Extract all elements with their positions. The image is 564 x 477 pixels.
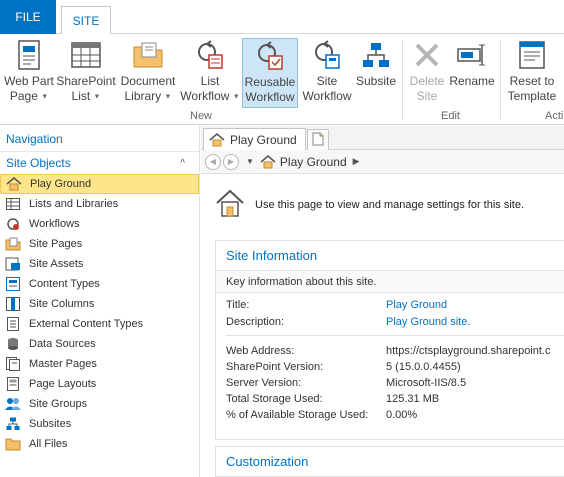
field-value: 125.31 MB	[386, 393, 440, 405]
field-value: 5 (15.0.0.4455)	[386, 361, 461, 373]
breadcrumb: ◀ ▶ ▼ Play Ground ▶	[201, 150, 564, 174]
reset-to-template-button[interactable]: Reset to Template	[504, 38, 560, 108]
page-layouts-icon	[4, 376, 22, 392]
intro-text: Use this page to view and manage setting…	[255, 198, 525, 211]
home-icon	[259, 154, 277, 170]
group-label-edit: Edit	[441, 110, 460, 122]
pages-icon	[4, 236, 22, 252]
web-part-page-label: Web Part	[4, 74, 54, 88]
external-content-icon	[4, 316, 22, 332]
forward-icon[interactable]: ▶	[223, 153, 239, 170]
home-icon	[5, 176, 23, 192]
nav-item-page-layouts[interactable]: Page Layouts	[0, 374, 199, 394]
group-label-new: New	[190, 110, 213, 122]
field-label: Web Address:	[226, 345, 295, 357]
site-workflow-button[interactable]: Site Workflow	[300, 38, 354, 108]
new-tab-button[interactable]	[307, 129, 329, 150]
breadcrumb-item[interactable]: Play Ground	[280, 155, 347, 169]
rename-icon	[455, 38, 489, 72]
site-objects-label: Site Objects	[6, 156, 71, 170]
delete-icon	[410, 38, 444, 72]
intro-section: Use this page to view and manage setting…	[215, 188, 524, 221]
tab-site[interactable]: SITE	[61, 6, 111, 35]
site-title-link[interactable]: Play Ground	[386, 299, 447, 311]
nav-item-all-files[interactable]: All Files	[0, 434, 199, 454]
back-icon[interactable]: ◀	[205, 153, 221, 170]
chevron-up-icon[interactable]: ^	[180, 158, 185, 169]
customization-title: Customization	[216, 447, 564, 477]
field-label: Total Storage Used:	[226, 393, 323, 405]
subsite-icon	[359, 38, 393, 72]
list-icon	[4, 196, 22, 212]
content-types-icon	[4, 276, 22, 292]
field-label: SharePoint Version:	[226, 361, 324, 373]
sharepoint-list-button[interactable]: SharePoint List ▼	[56, 38, 116, 108]
nav-item-site-columns[interactable]: Site Columns	[0, 294, 199, 314]
document-library-icon	[131, 38, 165, 72]
nav-item-data-sources[interactable]: Data Sources	[0, 334, 199, 354]
database-icon	[4, 336, 22, 352]
field-label: Server Version:	[226, 377, 302, 389]
field-label: Description:	[226, 316, 285, 328]
sharepoint-list-icon	[69, 38, 103, 72]
ribbon-tab-bar: FILE SITE	[0, 0, 564, 35]
web-part-page-button[interactable]: Web Part Page ▼	[2, 38, 56, 108]
field-value: https://ctsplayground.sharepoint.c	[386, 345, 551, 357]
navigation-pane: Navigation Site Objects ^ Play Ground Li…	[0, 126, 200, 477]
subsite-button[interactable]: Subsite	[354, 38, 398, 108]
nav-item-workflows[interactable]: Workflows	[0, 214, 199, 234]
site-information-description: Key information about this site.	[216, 271, 564, 293]
assets-icon	[4, 256, 22, 272]
field-value: Microsoft-IIS/8.5	[386, 377, 467, 389]
nav-item-external-content-types[interactable]: External Content Types	[0, 314, 199, 334]
columns-icon	[4, 296, 22, 312]
site-objects-header[interactable]: Site Objects ^	[0, 152, 199, 174]
group-label-actions: Acti	[545, 110, 564, 122]
ribbon: Web Part Page ▼ SharePoint List ▼ Document…	[0, 34, 564, 125]
site-information-title: Site Information	[216, 241, 564, 271]
field-value: 0.00%	[386, 409, 418, 421]
nav-item-lists-and-libraries[interactable]: Lists and Libraries	[0, 194, 199, 214]
list-workflow-icon	[193, 38, 227, 72]
dropdown-icon[interactable]: ▼	[246, 157, 254, 166]
nav-item-subsites[interactable]: Subsites	[0, 414, 199, 434]
list-workflow-button[interactable]: List Workflow ▼	[180, 38, 240, 108]
nav-item-site-assets[interactable]: Site Assets	[0, 254, 199, 274]
site-information-panel: Site Information Key information about t…	[215, 240, 564, 440]
chevron-right-icon[interactable]: ▶	[353, 156, 360, 167]
field-label: Title:	[226, 299, 250, 311]
groups-icon	[4, 396, 22, 412]
site-description-link[interactable]: Play Ground site.	[386, 316, 470, 328]
document-tab-play-ground[interactable]: Play Ground	[203, 128, 306, 150]
nav-item-play-ground[interactable]: Play Ground	[0, 174, 199, 194]
field-label: % of Available Storage Used:	[226, 409, 369, 421]
nav-item-content-types[interactable]: Content Types	[0, 274, 199, 294]
rename-button[interactable]: Rename	[448, 38, 496, 108]
nav-item-site-groups[interactable]: Site Groups	[0, 394, 199, 414]
document-area: Play Ground ◀ ▶ ▼ Play Ground ▶ Use this…	[201, 126, 564, 477]
site-workflow-icon	[310, 38, 344, 72]
document-tabs: Play Ground	[201, 126, 564, 150]
reusable-workflow-button[interactable]: Reusable Workflow	[242, 38, 298, 108]
navigation-header[interactable]: Navigation	[0, 126, 199, 152]
document-library-button[interactable]: Document Library ▼	[118, 38, 178, 108]
reusable-workflow-icon	[253, 39, 287, 73]
tab-file[interactable]: FILE	[0, 0, 56, 34]
group-separator	[402, 40, 403, 120]
master-pages-icon	[4, 356, 22, 372]
new-tab-icon	[311, 132, 325, 149]
subsites-icon	[4, 416, 22, 432]
nav-item-master-pages[interactable]: Master Pages	[0, 354, 199, 374]
customization-panel: Customization	[215, 446, 564, 477]
folder-icon	[4, 436, 22, 452]
home-icon	[208, 132, 226, 148]
site-home-icon	[215, 188, 245, 221]
divider	[226, 335, 564, 336]
workflow-icon	[4, 216, 22, 232]
nav-item-site-pages[interactable]: Site Pages	[0, 234, 199, 254]
web-part-page-icon	[12, 38, 46, 72]
reset-template-icon	[515, 38, 549, 72]
group-separator	[500, 40, 501, 120]
delete-site-button[interactable]: Delete Site	[406, 38, 448, 108]
